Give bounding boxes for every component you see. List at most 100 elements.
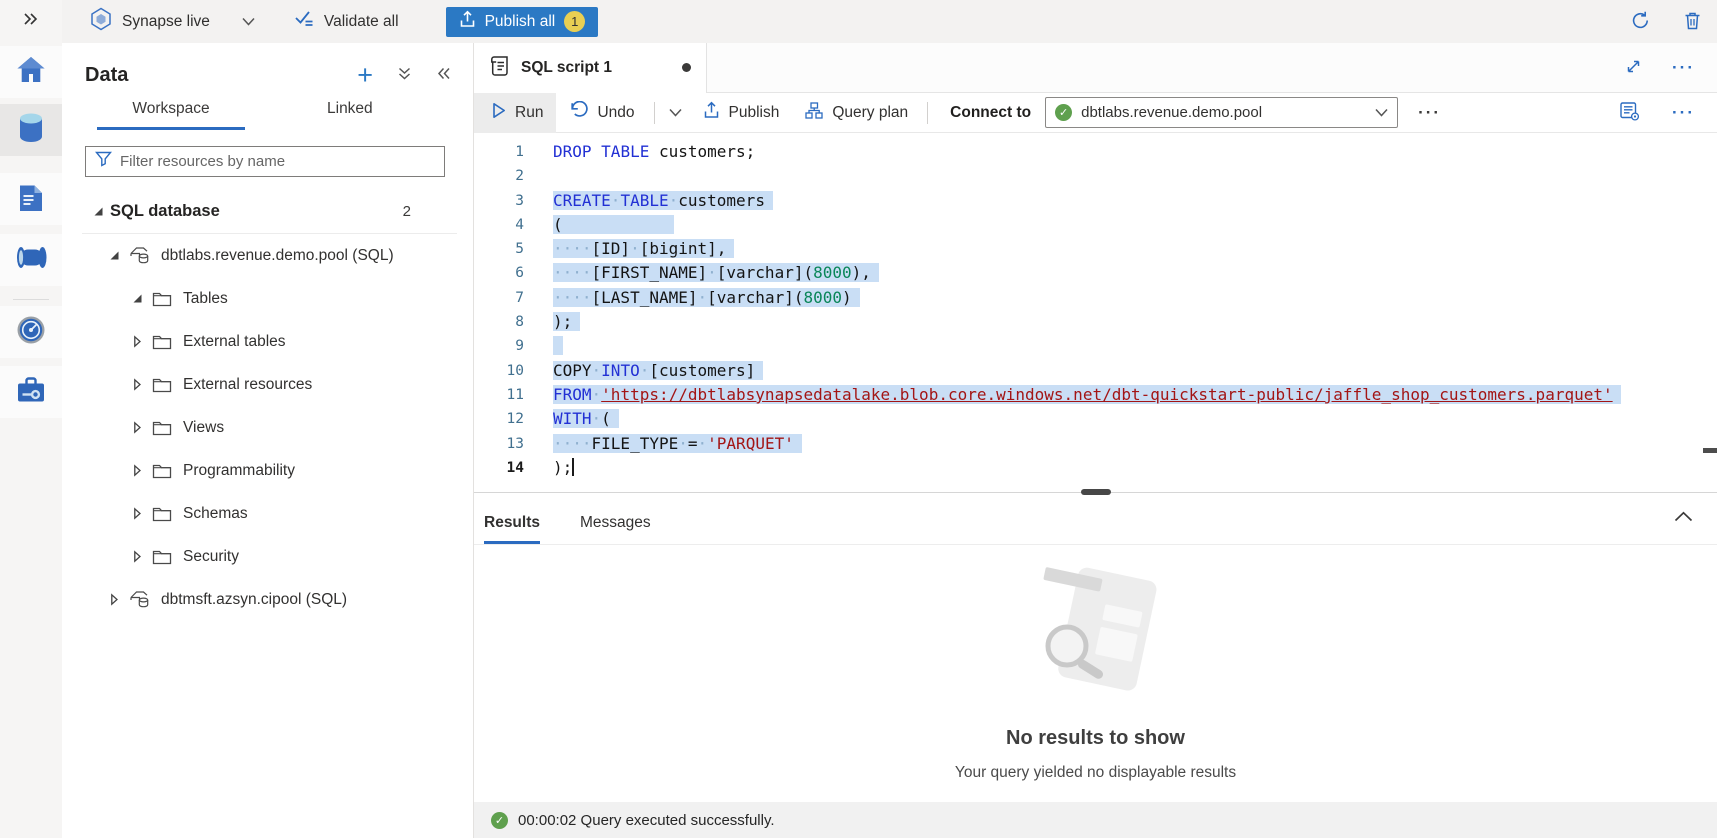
toolbar-more-button[interactable]: ··· — [1670, 106, 1697, 120]
expand-editor-button[interactable] — [1623, 56, 1644, 80]
query-status-bar: ✓ 00:00:02 Query executed successfully. — [474, 802, 1717, 838]
tree-item-external-tables[interactable]: External tables — [62, 320, 473, 363]
line-content: COPY·INTO·[customers] — [553, 359, 763, 383]
selection-highlight: COPY·INTO·[customers] — [553, 361, 763, 380]
sidebar-item-integrate[interactable] — [0, 234, 62, 286]
undo-redo-dropdown-button[interactable] — [661, 105, 690, 120]
selection-highlight: ····FILE_TYPE·=·'PARQUET' — [553, 434, 802, 453]
selection-highlight: ); — [553, 312, 580, 331]
selection-highlight: CREATE·TABLE·customers — [553, 191, 773, 210]
mode-selector[interactable]: Synapse live — [90, 7, 255, 36]
tree-item-schemas[interactable]: Schemas — [62, 492, 473, 535]
query-status-text: 00:00:02 Query executed successfully. — [518, 812, 775, 829]
code-line-13[interactable]: 13····FILE_TYPE·=·'PARQUET' — [474, 432, 1717, 456]
chevron-down-icon[interactable] — [242, 17, 255, 26]
publish-all-button[interactable]: Publish all 1 — [446, 7, 599, 37]
line-number: 9 — [474, 334, 524, 358]
sidebar-item-monitor[interactable] — [0, 306, 62, 358]
code-line-7[interactable]: 7····[LAST_NAME]·[varchar](8000) — [474, 286, 1717, 310]
code-line-9[interactable]: 9 — [474, 334, 1717, 358]
synapse-hexagon-icon — [90, 7, 112, 36]
code-line-10[interactable]: 10COPY·INTO·[customers] — [474, 359, 1717, 383]
filter-resources-input[interactable] — [120, 153, 435, 170]
publish-button[interactable]: Publish — [690, 93, 793, 133]
properties-gear-icon — [1620, 102, 1640, 124]
tree-item-programmability[interactable]: Programmability — [62, 449, 473, 492]
line-content — [553, 334, 563, 358]
refresh-icon — [1631, 11, 1650, 33]
line-number: 11 — [474, 383, 524, 407]
add-resource-button[interactable]: + — [355, 63, 375, 87]
tree-item-label: dbtmsft.azsyn.cipool (SQL) — [161, 591, 347, 609]
code-line-5[interactable]: 5····[ID]·[bigint], — [474, 237, 1717, 261]
code-line-6[interactable]: 6····[FIRST_NAME]·[varchar](8000), — [474, 261, 1717, 285]
code-line-11[interactable]: 11FROM·'https://dbtlabsynapsedatalake.bl… — [474, 383, 1717, 407]
collapse-results-button[interactable] — [1672, 508, 1695, 527]
tab-workspace[interactable]: Workspace — [97, 100, 245, 130]
caret-collapsed-icon[interactable] — [131, 464, 143, 477]
sidebar-item-manage[interactable] — [0, 366, 62, 418]
undo-button[interactable]: Undo — [556, 93, 647, 133]
tree-item-sql-database[interactable]: SQL database2 — [62, 190, 473, 233]
validate-check-icon — [294, 10, 315, 33]
chevron-down-icon — [669, 105, 682, 120]
connect-pool-dropdown[interactable]: ✓ dbtlabs.revenue.demo.pool — [1045, 97, 1398, 128]
sidebar-item-develop[interactable] — [0, 173, 62, 225]
rail-expand-button[interactable] — [0, 0, 62, 43]
code-line-1[interactable]: 1DROP TABLE customers; — [474, 140, 1717, 164]
collapse-panel-button[interactable] — [434, 64, 453, 86]
resource-tree: SQL database2 dbtlabs.revenue.demo.pool (… — [62, 190, 473, 621]
code-line-8[interactable]: 8); — [474, 310, 1717, 334]
code-line-4[interactable]: 4( — [474, 213, 1717, 237]
results-splitter-handle[interactable] — [1081, 489, 1111, 495]
tab-sql-script-1[interactable]: SQL script 1 — [474, 43, 707, 93]
tree-item-dbtlabs-revenue-demo-pool-sql[interactable]: dbtlabs.revenue.demo.pool (SQL) — [62, 234, 473, 277]
caret-expanded-icon[interactable] — [108, 250, 120, 261]
data-icon — [17, 112, 45, 148]
tree-item-external-resources[interactable]: External resources — [62, 363, 473, 406]
monitor-icon — [16, 315, 46, 350]
folder-icon — [152, 463, 172, 479]
caret-expanded-icon[interactable] — [92, 206, 104, 217]
code-line-12[interactable]: 12WITH·( — [474, 407, 1717, 431]
code-line-3[interactable]: 3CREATE·TABLE·customers — [474, 189, 1717, 213]
discard-all-button[interactable] — [1682, 9, 1703, 35]
sql-code-editor[interactable]: 1DROP TABLE customers;23CREATE·TABLE·cus… — [474, 133, 1717, 492]
caret-collapsed-icon[interactable] — [108, 593, 120, 606]
synapse-studio-window: Synapse live Validate all Publish all 1 … — [0, 0, 1717, 838]
code-line-14[interactable]: 14); — [474, 456, 1717, 480]
refresh-button[interactable] — [1629, 9, 1652, 35]
connect-more-button[interactable]: ··· — [1416, 106, 1443, 120]
tree-item-dbtmsft-azsyn-cipool-sql[interactable]: dbtmsft.azsyn.cipool (SQL) — [62, 578, 473, 621]
caret-collapsed-icon[interactable] — [131, 378, 143, 391]
caret-collapsed-icon[interactable] — [131, 550, 143, 563]
tree-item-views[interactable]: Views — [62, 406, 473, 449]
sidebar-item-data[interactable] — [0, 104, 62, 156]
tab-linked[interactable]: Linked — [327, 100, 373, 130]
editor-overview-ruler[interactable] — [1703, 133, 1717, 492]
toolbar-separator — [927, 102, 928, 124]
sidebar-item-home[interactable] — [0, 46, 62, 98]
empty-results-title: No results to show — [474, 727, 1717, 750]
validate-all-button[interactable]: Validate all — [281, 2, 412, 42]
caret-expanded-icon[interactable] — [131, 293, 143, 304]
tree-item-label: dbtlabs.revenue.demo.pool (SQL) — [161, 247, 394, 265]
collapse-all-button[interactable] — [395, 64, 414, 86]
run-button[interactable]: Run — [474, 93, 556, 133]
caret-collapsed-icon[interactable] — [131, 335, 143, 348]
tree-item-security[interactable]: Security — [62, 535, 473, 578]
tab-more-actions-button[interactable]: ··· — [1670, 61, 1697, 75]
tab-messages[interactable]: Messages — [580, 514, 651, 544]
tab-results[interactable]: Results — [484, 514, 540, 544]
query-plan-button[interactable]: Query plan — [792, 93, 921, 133]
properties-button[interactable] — [1618, 100, 1642, 126]
caret-collapsed-icon[interactable] — [131, 507, 143, 520]
caret-collapsed-icon[interactable] — [131, 421, 143, 434]
line-content: ····[LAST_NAME]·[varchar](8000) — [553, 286, 860, 310]
tree-item-label: Tables — [183, 290, 228, 308]
code-line-2[interactable]: 2 — [474, 164, 1717, 188]
line-content: ); — [553, 310, 580, 334]
selection-highlight: ····[LAST_NAME]·[varchar](8000) — [553, 288, 860, 307]
tree-item-tables[interactable]: Tables — [62, 277, 473, 320]
editor-pane: SQL script 1 ··· Run Undo Publish — [474, 43, 1717, 838]
